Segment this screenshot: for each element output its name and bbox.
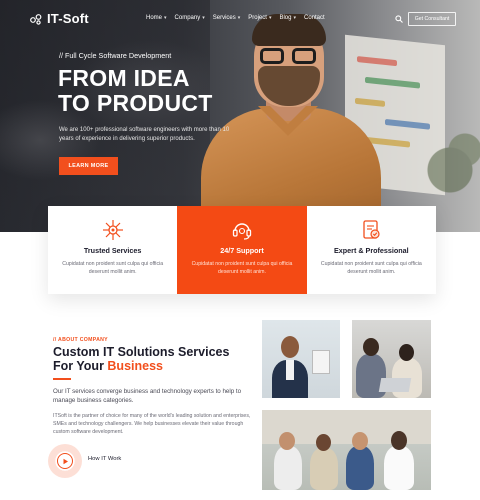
about-title-highlight: Business <box>107 359 163 373</box>
logo-text: IT-Soft <box>47 11 89 26</box>
chevron-down-icon: ▾ <box>202 15 205 21</box>
chevron-down-icon: ▾ <box>268 15 272 21</box>
hero-title-line1: FROM IDEA <box>58 65 190 91</box>
hero-title: FROM IDEA TO PRODUCT <box>58 66 213 116</box>
chevron-down-icon: ▾ <box>237 15 241 21</box>
expert-badge-icon <box>363 220 380 239</box>
feature-card-support[interactable]: 24/7 Support Cupidatat non proident sunt… <box>177 206 307 294</box>
nav-item-home[interactable]: Home ▾ <box>146 15 167 21</box>
hero-title-line2: TO PRODUCT <box>58 90 213 116</box>
about-title-prefix: For Your <box>53 359 108 373</box>
about-eyebrow: // ABOUT COMPANY <box>53 337 108 343</box>
nav-item-label: Blog <box>279 15 292 21</box>
logo[interactable]: IT-Soft <box>30 11 89 26</box>
hero-person-image <box>196 8 386 232</box>
main-menu: Home ▾ Company ▾ Services ▾ Project ▾ Blog ▾ … <box>146 15 325 21</box>
search-icon[interactable] <box>395 15 403 23</box>
nav-item-label: Company <box>174 15 201 21</box>
nav-item-label: Services <box>212 15 236 21</box>
feature-title: Expert & Professional <box>333 246 409 255</box>
nav-item-label: Project <box>248 15 267 21</box>
chevron-down-icon: ▾ <box>293 15 296 21</box>
logo-icon <box>30 13 42 25</box>
play-icon <box>57 453 73 469</box>
about-body: ITSoft is the partner of choice for many… <box>53 413 251 435</box>
feature-text: Cupidatat non proident sunt culpa qui of… <box>191 261 293 275</box>
title-underline <box>53 378 71 380</box>
learn-more-button[interactable]: LEARN MORE <box>59 157 118 175</box>
nav-item-label: Home <box>146 15 163 21</box>
support-headset-icon <box>232 223 252 240</box>
about-photo-meeting <box>262 410 431 490</box>
about-photo-presenter <box>262 320 340 398</box>
feature-cards: Trusted Services Cupidatat non proident … <box>48 206 436 294</box>
nav-item-label: Contact <box>304 15 325 21</box>
nav-item-services[interactable]: Services ▾ <box>213 15 241 21</box>
about-title-line2: For Your Business <box>53 359 229 373</box>
about-title: Custom IT Solutions Services For Your Bu… <box>53 345 229 373</box>
hero-eyebrow: // Full Cycle Software Development <box>59 51 172 60</box>
nav-item-project[interactable]: Project ▾ <box>248 15 271 21</box>
hero-description: We are 100+ professional software engine… <box>59 127 230 142</box>
about-photo-team-laptop <box>352 320 431 398</box>
chevron-down-icon: ▾ <box>164 15 167 21</box>
nav-item-contact[interactable]: Contact <box>304 15 325 21</box>
about-title-line1: Custom IT Solutions Services <box>53 345 230 359</box>
play-triangle-icon <box>63 458 68 464</box>
feature-text: Cupidatat non proident sunt culpa qui of… <box>320 261 422 275</box>
feature-title: Trusted Services <box>83 246 142 255</box>
feature-card-trusted-services[interactable]: Trusted Services Cupidatat non proident … <box>48 206 178 294</box>
nav-item-company[interactable]: Company ▾ <box>175 15 205 21</box>
network-icon <box>102 220 123 240</box>
play-label[interactable]: How IT Work <box>88 456 121 462</box>
nav-item-blog[interactable]: Blog ▾ <box>279 15 296 21</box>
play-video-button[interactable] <box>48 444 82 478</box>
feature-card-expert[interactable]: Expert & Professional Cupidatat non proi… <box>306 206 436 294</box>
about-lead: Our IT services converge business and te… <box>53 388 242 404</box>
get-consultant-button[interactable]: Get Consultant <box>408 12 456 26</box>
feature-text: Cupidatat non proident sunt culpa qui of… <box>62 261 164 275</box>
top-navigation: IT-Soft Home ▾ Company ▾ Services ▾ Project… <box>0 0 480 38</box>
feature-title: 24/7 Support <box>220 246 264 255</box>
